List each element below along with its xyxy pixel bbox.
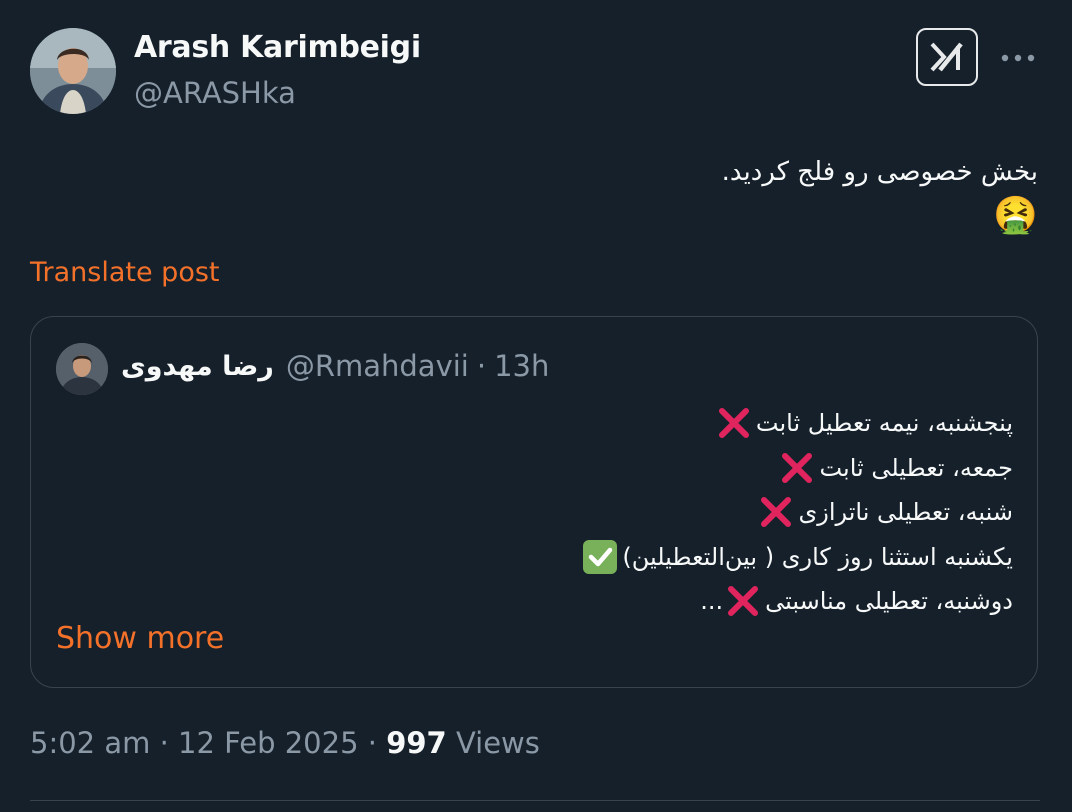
author-name[interactable]: Arash Karimbeigi [134,30,421,65]
cross-mark-icon [782,452,813,483]
quoted-line-text: دوشنبه، تعطیلی مناسبتی [765,587,1013,615]
quoted-author-handle[interactable]: @Rmahdavii [286,349,469,383]
tweet-text-line: بخش خصوصی رو فلج کردید. [721,157,1038,187]
quoted-line-text: پنجشنبه، نیمه تعطیل ثابت [755,409,1013,437]
author-handle[interactable]: @ARASHka [134,76,296,110]
quoted-author-avatar[interactable] [56,343,108,395]
quoted-header: رضا مهدوی @Rmahdavii · 13h [121,349,549,383]
meta-separator: · [367,726,377,760]
quoted-separator: · [476,349,487,383]
more-horizontal-icon [1001,54,1035,62]
quoted-line: یکشنبه استثنا روز کاری ( بین‌التعطیلین) [73,535,1013,580]
quoted-line: جمعه، تعطیلی ثابت [73,446,1013,491]
post-date[interactable]: 12 Feb 2025 [178,726,359,760]
post-time[interactable]: 5:02 am [30,726,150,760]
meta-separator: · [159,726,169,760]
quoted-timestamp[interactable]: 13h [494,349,549,383]
views-count: 997 [386,726,447,760]
author-avatar[interactable] [30,28,116,114]
vomiting-face-emoji: 🤮 [993,195,1038,236]
tweet-meta: 5:02 am · 12 Feb 2025 · 997 Views [30,726,540,760]
divider [30,800,1040,801]
check-mark-button-icon [583,539,618,574]
quoted-tweet[interactable]: رضا مهدوی @Rmahdavii · 13h پنجشنبه، نیمه… [30,316,1038,688]
quoted-text: پنجشنبه، نیمه تعطیل ثابت جمعه، تعطیلی ثا… [73,401,1013,624]
quoted-line: پنجشنبه، نیمه تعطیل ثابت [73,401,1013,446]
quoted-author-name[interactable]: رضا مهدوی [121,351,274,382]
grok-button[interactable] [916,28,978,86]
quoted-line: دوشنبه، تعطیلی مناسبتی ... [73,579,1013,624]
truncation-ellipsis: ... [700,587,724,615]
quoted-line: شنبه، تعطیلی ناترازی [73,490,1013,535]
tweet-card: Arash Karimbeigi @ARASHka بخش خصوصی رو ف… [0,0,1072,812]
cross-mark-icon [728,586,759,617]
tweet-text: بخش خصوصی رو فلج کردید. 🤮 [138,150,1038,238]
cross-mark-icon [718,408,749,439]
cross-mark-icon [761,497,792,528]
quoted-line-text: جمعه، تعطیلی ثابت [819,453,1013,482]
grok-icon [930,42,963,72]
more-options-button[interactable] [998,40,1038,76]
views-label: Views [455,726,540,760]
show-more-link[interactable]: Show more [56,621,224,656]
quoted-line-text: یکشنبه استثنا روز کاری ( بین‌التعطیلین) [622,542,1013,571]
quoted-line-text: شنبه، تعطیلی ناترازی [798,498,1013,526]
translate-post-link[interactable]: Translate post [30,257,220,288]
